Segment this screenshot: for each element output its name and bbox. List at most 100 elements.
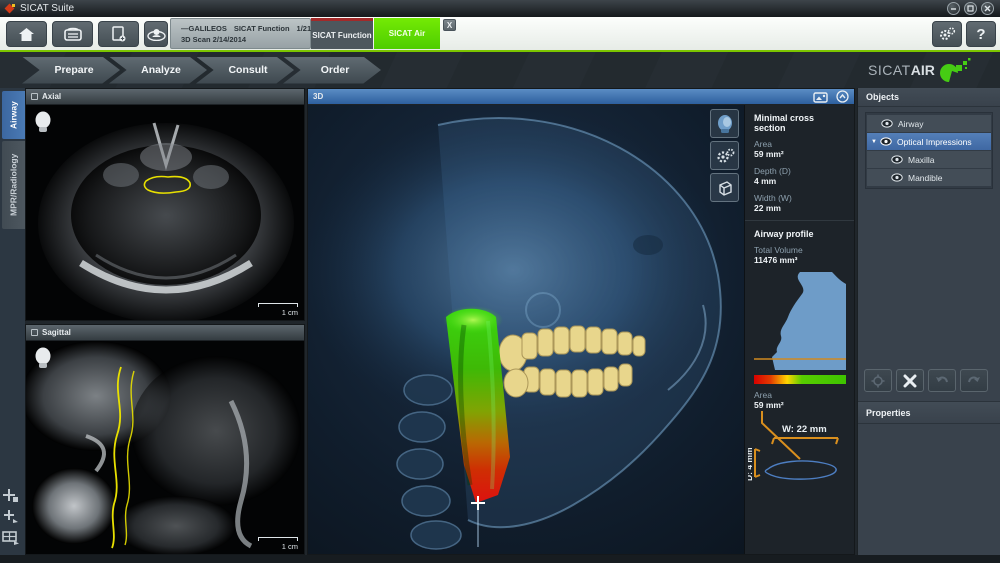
workflow-step-consult[interactable]: Consult (196, 57, 294, 84)
panel-pin-icon (31, 93, 38, 100)
axial-image-area[interactable]: 1 cm (26, 105, 304, 320)
undo-button[interactable] (928, 369, 956, 392)
brand-green-icon (939, 57, 973, 83)
properties-header: Properties (858, 401, 1000, 424)
objects-list: Airway ▼ Optical Impressions Maxilla Ma (865, 112, 993, 189)
scale-bar (258, 537, 298, 541)
orientation-head-icon (34, 111, 52, 133)
width-annotation-label: W: 22 mm (782, 424, 827, 435)
object-label: Maxilla (908, 155, 934, 165)
head-view-icon (715, 114, 735, 134)
total-volume-value: 11476 mm³ (745, 255, 854, 265)
width-label: Width (W) (745, 193, 854, 203)
visibility-eye-icon[interactable] (881, 119, 893, 128)
delete-object-button[interactable] (896, 369, 924, 392)
new-record-button[interactable] (98, 21, 139, 47)
objects-title: Objects (866, 92, 899, 102)
area-color-gradient (754, 375, 846, 384)
axial-scale-indicator: 1 cm (258, 303, 298, 317)
axial-ct-image (26, 105, 304, 320)
view-3d-scene[interactable]: Minimal cross section Area 59 mm² Depth … (308, 105, 854, 554)
redo-button[interactable] (960, 369, 988, 392)
scale-label: 1 cm (258, 542, 298, 551)
view-orientation-button[interactable] (710, 109, 739, 138)
sagittal-image-area[interactable]: 1 cm (26, 341, 304, 554)
sagittal-panel-header[interactable]: Sagittal (26, 325, 304, 341)
assistance-button[interactable] (144, 21, 168, 47)
crosshair-add-icon (2, 488, 20, 503)
close-button[interactable] (981, 2, 994, 15)
delete-x-icon (903, 374, 917, 388)
redo-arrow-icon (966, 374, 982, 387)
sidebar-tab-mpr-label: MPR/Radiology (9, 154, 19, 216)
settings-button[interactable] (932, 21, 962, 47)
add-annotation-button[interactable] (2, 509, 20, 524)
help-button[interactable]: ? (966, 21, 996, 47)
area-value: 59 mm² (745, 149, 854, 159)
document-add-icon (111, 26, 126, 42)
tab-sicat-air[interactable]: SICAT Air (374, 18, 440, 49)
visibility-eye-icon[interactable] (891, 173, 903, 182)
object-label: Airway (898, 119, 924, 129)
focus-object-button[interactable] (864, 369, 892, 392)
view-3d-panel: 3D (307, 88, 855, 555)
depth-annotation-label: D: 4 mm (748, 447, 754, 481)
orientation-head-icon (34, 347, 52, 369)
close-icon (984, 5, 991, 12)
screenshot-icon[interactable] (813, 91, 828, 103)
person-support-icon (147, 27, 166, 41)
minimal-cross-section-title: Minimal cross section (745, 111, 854, 139)
tab-sicat-function[interactable]: SICAT Function (311, 18, 373, 49)
scale-label: 1 cm (258, 308, 298, 317)
workflow-step-prepare[interactable]: Prepare (22, 57, 120, 84)
maximize-button[interactable] (964, 2, 977, 15)
scale-bar (258, 303, 298, 307)
home-icon (18, 27, 35, 42)
screenshot-workspace-button[interactable] (2, 530, 20, 545)
add-measurement-button[interactable] (2, 488, 20, 503)
patient-browser-button[interactable] (52, 21, 93, 47)
sagittal-view-panel: Sagittal (25, 324, 305, 555)
sidebar-tab-airway-label: Airway (9, 101, 19, 129)
maximize-icon (967, 5, 974, 12)
workspace-sidebar: Airway MPR/Radiology (0, 88, 25, 555)
properties-title: Properties (866, 408, 911, 418)
collapse-circle-icon[interactable] (836, 90, 849, 103)
object-item-maxilla[interactable]: Maxilla (867, 151, 991, 168)
workflow-step-label: Analyze (141, 64, 181, 76)
view-3d-header[interactable]: 3D (308, 89, 854, 105)
workflow-step-analyze[interactable]: Analyze (109, 57, 207, 84)
axial-view-panel: Axial (25, 88, 305, 321)
sagittal-ct-image (26, 341, 304, 554)
object-browser: Objects Airway ▼ Optical Impressions (857, 88, 1000, 555)
sidebar-tab-mpr-radiology[interactable]: MPR/Radiology (2, 141, 25, 229)
object-action-bar (864, 369, 988, 392)
visibility-eye-icon[interactable] (891, 155, 903, 164)
workflow-bar: Prepare Analyze Consult Order (0, 52, 1000, 88)
clipping-box-button[interactable] (710, 173, 739, 202)
minimize-button[interactable] (947, 2, 960, 15)
home-button[interactable] (6, 21, 47, 47)
cube-icon (716, 179, 734, 197)
visibility-eye-icon[interactable] (880, 137, 892, 146)
close-patient-tab-button[interactable]: X (443, 19, 456, 31)
gears-icon (715, 148, 735, 164)
gear-icon (938, 27, 956, 41)
workflow-step-order[interactable]: Order (283, 57, 381, 84)
focus-target-icon (871, 374, 885, 388)
undo-arrow-icon (934, 374, 950, 387)
expander-triangle-icon[interactable]: ▼ (871, 139, 877, 145)
sidebar-tab-airway[interactable]: Airway (2, 91, 25, 139)
object-item-airway[interactable]: Airway (867, 115, 991, 132)
view-settings-button[interactable] (710, 141, 739, 170)
airway-profile-title: Airway profile (745, 227, 854, 245)
patient-name: —GALILEOS (181, 24, 227, 33)
object-item-optical-impressions[interactable]: ▼ Optical Impressions (867, 133, 991, 150)
airway-profile-chart[interactable] (754, 272, 846, 370)
patient-banner[interactable]: —GALILEOSSICAT Function1/21/1987 3D Scan… (170, 18, 311, 49)
axial-panel-header[interactable]: Axial (26, 89, 304, 105)
annotation-area-label: Area (745, 390, 854, 400)
card-index-icon (64, 27, 82, 41)
divider (745, 220, 854, 221)
object-item-mandible[interactable]: Mandible (867, 169, 991, 186)
